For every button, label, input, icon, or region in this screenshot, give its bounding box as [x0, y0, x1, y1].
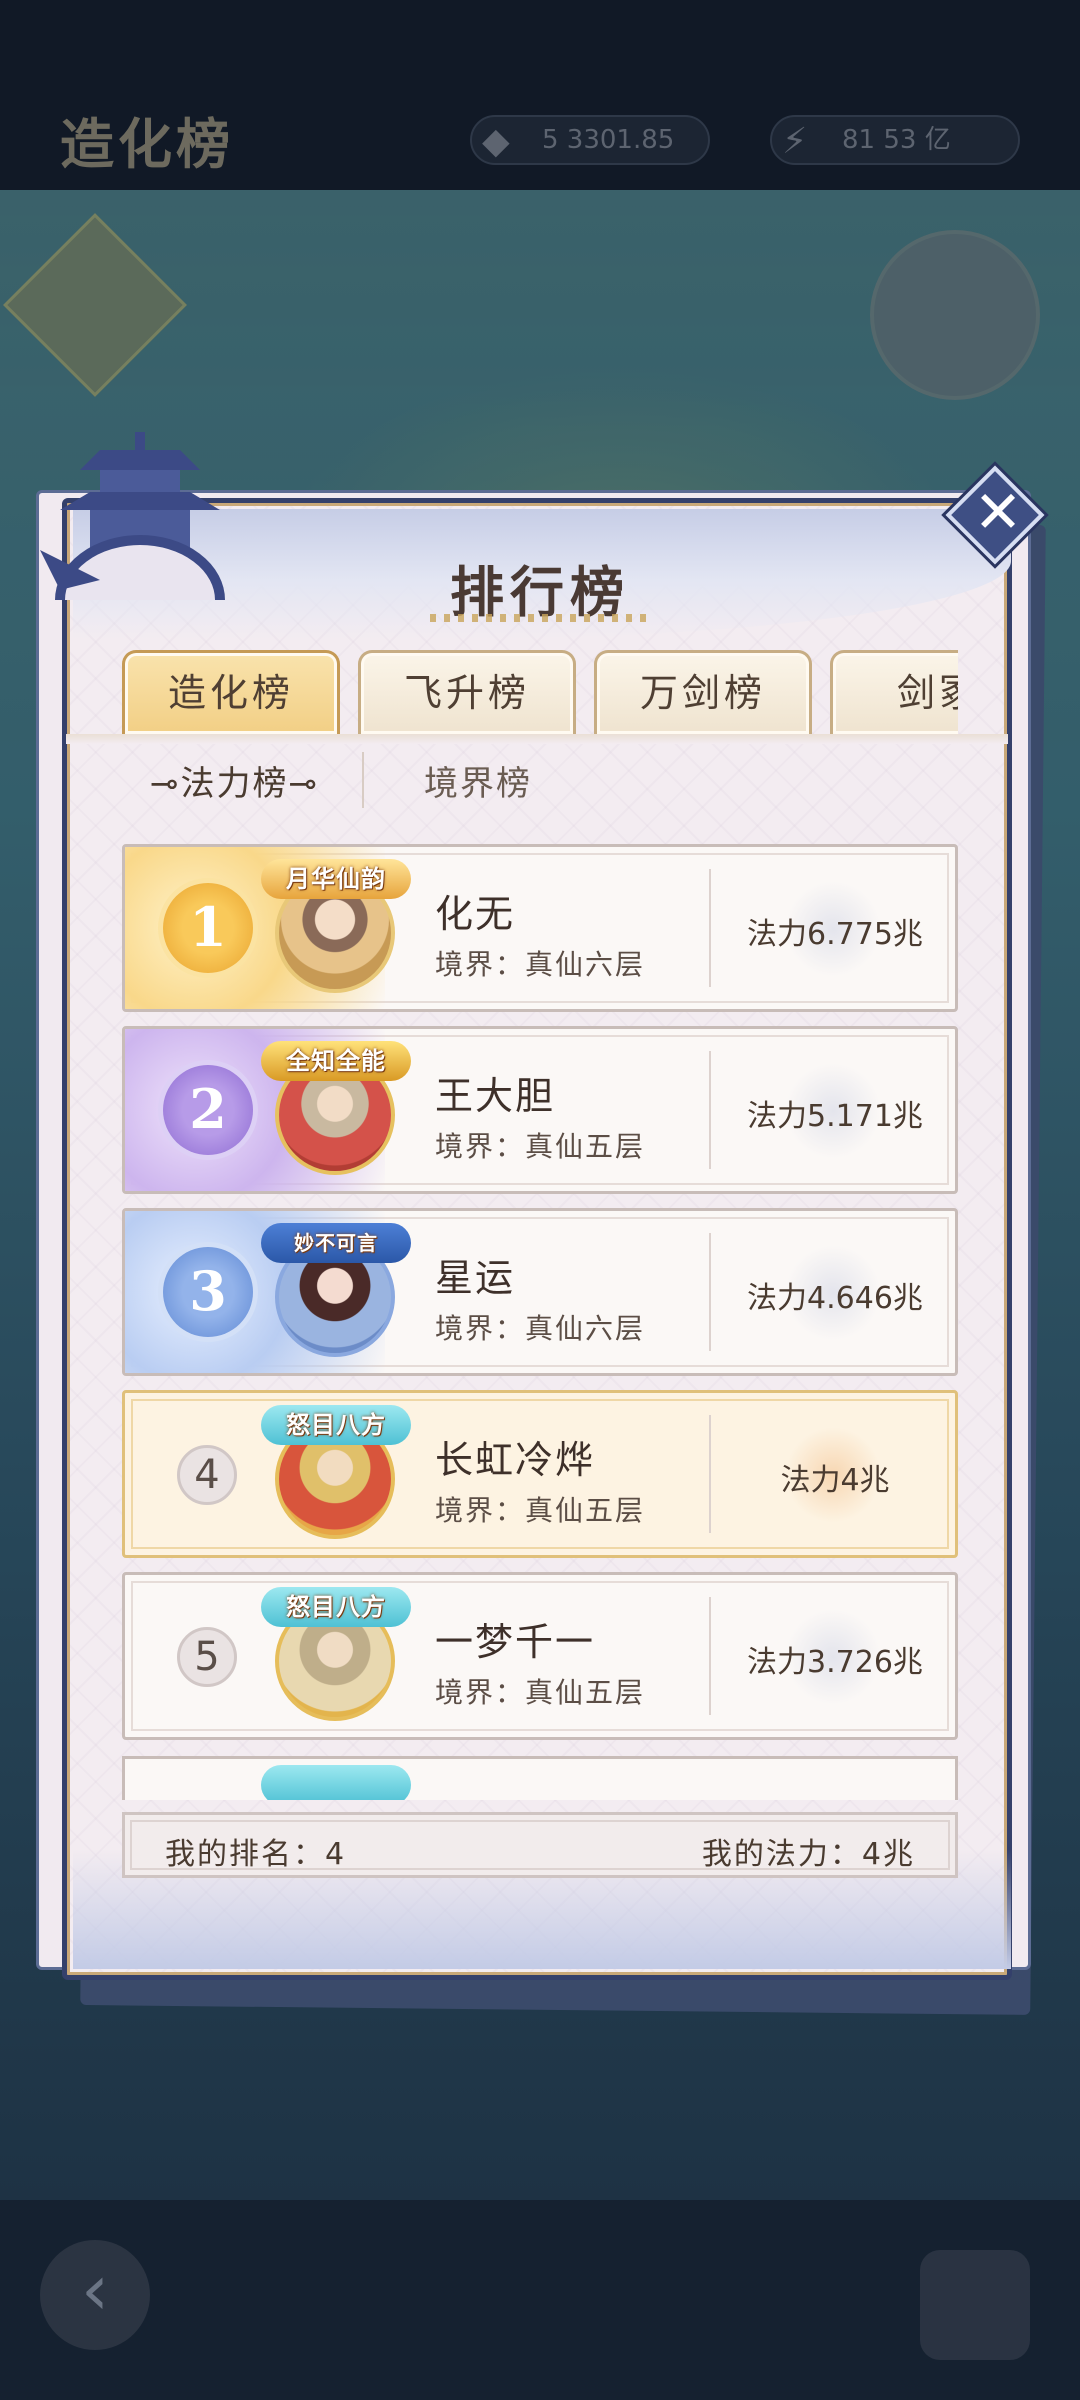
tab-underline — [66, 734, 1008, 744]
avatar-frame-tag: 月华仙韵 — [261, 859, 411, 899]
avatar-frame-tag — [261, 1765, 411, 1800]
subtab-right-ornament: ⊸ — [288, 764, 319, 804]
row-divider — [709, 1415, 711, 1533]
my-ranking-footer: 我的排名：4 我的法力：4兆 — [122, 1812, 958, 1878]
tab-jianzhong[interactable]: 剑冢 — [830, 650, 958, 734]
avatar-frame-tag: 怒目八方 — [261, 1587, 411, 1627]
subtab-left-ornament: ⊸ — [150, 764, 181, 804]
my-power: 我的法力：4兆 — [701, 1837, 915, 1872]
tab-zaohua[interactable]: 造化榜 — [122, 650, 340, 734]
background-portal — [870, 230, 1040, 400]
player-power: 法力3.726兆 — [747, 1645, 923, 1680]
player-name: 化无 — [435, 892, 516, 936]
lightning-icon: ⚡ — [782, 121, 808, 162]
row-divider — [709, 1597, 711, 1715]
my-rank: 我的排名：4 — [165, 1837, 347, 1872]
background-resource-2: ⚡ 81 53 亿 — [770, 115, 1020, 165]
player-name: 星运 — [435, 1256, 516, 1300]
background-resource-1: ◆ 5 3301.85 — [470, 115, 710, 165]
player-realm: 境界：真仙五层 — [435, 1494, 646, 1527]
player-name: 一梦千一 — [435, 1620, 596, 1664]
ranking-row-2[interactable]: 2 全知全能 王大胆 境界：真仙五层 法力5.171兆 — [122, 1026, 958, 1194]
rank-medal-blue: 3 — [163, 1247, 253, 1337]
subtab-power[interactable]: ⊸法力榜⊸ — [150, 756, 319, 805]
player-power: 法力4兆 — [780, 1463, 890, 1498]
rank-number: 4 — [177, 1445, 237, 1505]
player-realm: 境界：真仙六层 — [435, 1312, 646, 1345]
ranking-row-5[interactable]: 5 怒目八方 一梦千一 境界：真仙五层 法力3.726兆 — [122, 1572, 958, 1740]
player-realm: 境界：真仙六层 — [435, 948, 646, 981]
close-icon[interactable]: ✕ — [968, 472, 1028, 552]
title-ornament — [430, 614, 650, 622]
avatar-frame-tag: 怒目八方 — [261, 1405, 411, 1445]
ranking-row-4-self[interactable]: 4 怒目八方 长虹冷烨 境界：真仙五层 法力4兆 — [122, 1390, 958, 1558]
subtab-realm[interactable]: 境界榜 — [424, 756, 532, 805]
player-realm: 境界：真仙五层 — [435, 1130, 646, 1163]
player-power: 法力5.171兆 — [747, 1099, 923, 1134]
row-divider — [709, 869, 711, 987]
ranking-row-6-partial[interactable] — [122, 1756, 958, 1800]
avatar-frame-tag: 妙不可言 — [261, 1223, 411, 1263]
player-name: 长虹冷烨 — [435, 1438, 596, 1482]
background-back-icon: ‹ — [40, 2240, 150, 2350]
tab-wanjian[interactable]: 万剑榜 — [594, 650, 812, 734]
ranking-row-3[interactable]: 3 妙不可言 星运 境界：真仙六层 法力4.646兆 — [122, 1208, 958, 1376]
player-realm: 境界：真仙五层 — [435, 1676, 646, 1709]
rank-medal-purple: 2 — [163, 1065, 253, 1155]
background-corner-button — [920, 2250, 1030, 2360]
background-bottom-bar — [0, 2200, 1080, 2400]
ranking-row-1[interactable]: 1 月华仙韵 化无 境界：真仙六层 法力6.775兆 — [122, 844, 958, 1012]
subtab-divider — [362, 752, 364, 808]
player-power: 法力4.646兆 — [747, 1281, 923, 1316]
player-power: 法力6.775兆 — [747, 917, 923, 952]
rank-number: 5 — [177, 1627, 237, 1687]
background-title: 造化榜 — [60, 113, 234, 176]
avatar-frame-tag: 全知全能 — [261, 1041, 411, 1081]
gem-icon: ◆ — [482, 121, 510, 162]
row-divider — [709, 1233, 711, 1351]
main-tab-bar: 造化榜 飞升榜 万剑榜 剑冢 — [122, 650, 958, 734]
player-name: 王大胆 — [435, 1074, 556, 1118]
tab-feisheng[interactable]: 飞升榜 — [358, 650, 576, 734]
rank-medal-gold: 1 — [163, 883, 253, 973]
row-divider — [709, 1051, 711, 1169]
